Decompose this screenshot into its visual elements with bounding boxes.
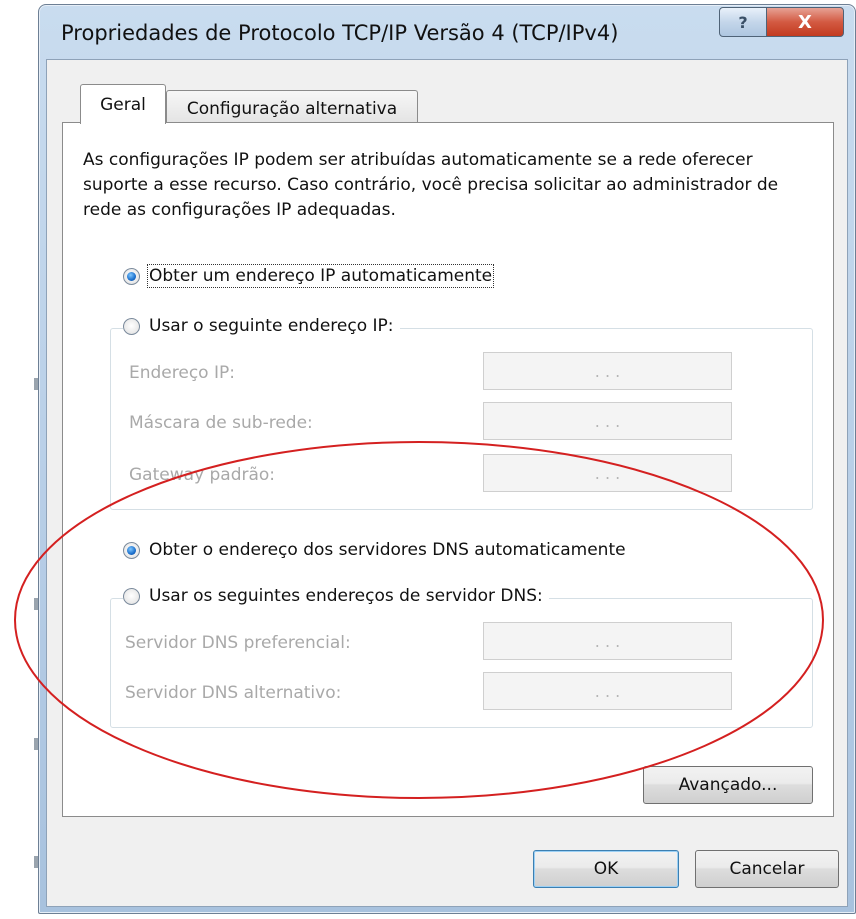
- alternate-dns-value: . . .: [594, 681, 621, 701]
- subnet-mask-value: . . .: [594, 411, 621, 431]
- subnet-mask-input[interactable]: . . .: [483, 402, 732, 440]
- ok-button[interactable]: OK: [533, 850, 679, 888]
- default-gateway-value: . . .: [594, 463, 621, 483]
- alternate-dns-label: Servidor DNS alternativo:: [125, 683, 342, 703]
- close-icon: X: [798, 11, 812, 33]
- default-gateway-input[interactable]: . . .: [483, 454, 732, 492]
- radio-ip-auto[interactable]: Obter um endereço IP automaticamente: [123, 264, 499, 288]
- radio-label: Usar os seguintes endereços de servidor …: [149, 586, 543, 606]
- help-button[interactable]: ?: [719, 7, 767, 37]
- advanced-button[interactable]: Avançado...: [643, 766, 813, 804]
- preferred-dns-label: Servidor DNS preferencial:: [125, 633, 351, 653]
- radio-label: Obter o endereço dos servidores DNS auto…: [149, 540, 626, 560]
- preferred-dns-value: . . .: [594, 631, 621, 651]
- radio-label: Usar o seguinte endereço IP:: [149, 316, 394, 336]
- alternate-dns-input[interactable]: . . .: [483, 672, 732, 710]
- tcpip-properties-dialog: Propriedades de Protocolo TCP/IP Versão …: [38, 4, 856, 914]
- radio-label: Obter um endereço IP automaticamente: [146, 264, 495, 288]
- background-edge: [0, 0, 38, 919]
- close-button[interactable]: X: [766, 7, 844, 37]
- button-label: OK: [593, 859, 619, 879]
- subnet-mask-label: Máscara de sub-rede:: [129, 413, 313, 433]
- radio-indicator[interactable]: [123, 587, 140, 605]
- radio-indicator-checked[interactable]: [123, 267, 140, 285]
- button-label: Cancelar: [729, 859, 805, 879]
- tab-label: Configuração alternativa: [186, 98, 398, 119]
- button-label: Avançado...: [678, 775, 778, 795]
- ip-address-input[interactable]: . . .: [483, 352, 732, 390]
- dialog-client-area: Geral Configuração alternativa As config…: [46, 59, 848, 907]
- default-gateway-label: Gateway padrão:: [129, 465, 276, 485]
- intro-text: As configurações IP podem ser atribuídas…: [83, 150, 779, 220]
- radio-ip-manual[interactable]: Usar o seguinte endereço IP:: [123, 316, 400, 336]
- help-icon: ?: [738, 12, 748, 32]
- radio-dns-manual[interactable]: Usar os seguintes endereços de servidor …: [123, 586, 549, 606]
- ip-address-value: . . .: [594, 361, 621, 381]
- radio-indicator[interactable]: [123, 317, 140, 335]
- preferred-dns-input[interactable]: . . .: [483, 622, 732, 660]
- radio-indicator-checked[interactable]: [123, 541, 140, 559]
- tab-alternate-configuration[interactable]: Configuração alternativa: [166, 90, 418, 126]
- window-title: Propriedades de Protocolo TCP/IP Versão …: [61, 21, 619, 45]
- title-bar[interactable]: Propriedades de Protocolo TCP/IP Versão …: [39, 5, 855, 59]
- tab-geral[interactable]: Geral: [80, 84, 166, 124]
- cancel-button[interactable]: Cancelar: [695, 850, 839, 888]
- ip-address-label: Endereço IP:: [129, 363, 235, 383]
- radio-dns-auto[interactable]: Obter o endereço dos servidores DNS auto…: [123, 540, 632, 560]
- tab-label: Geral: [100, 94, 146, 115]
